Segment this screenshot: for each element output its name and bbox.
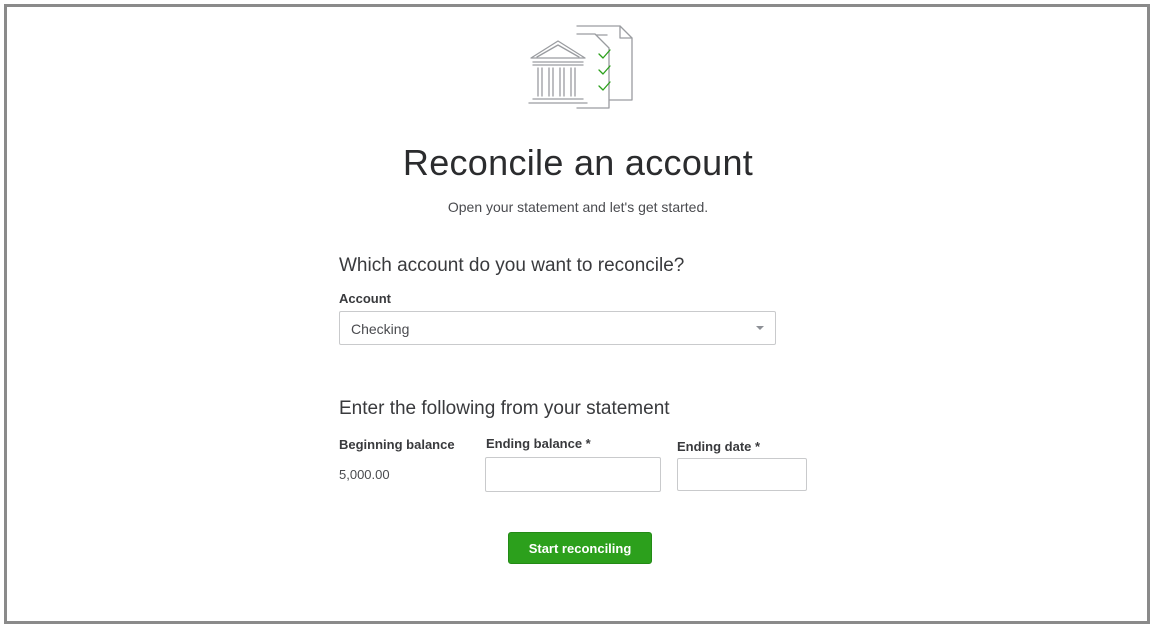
ending-date-input[interactable] <box>677 458 807 491</box>
ending-balance-label: Ending balance * <box>486 436 591 451</box>
account-select-value: Checking <box>351 321 410 337</box>
ending-balance-input[interactable] <box>485 457 661 492</box>
ending-date-label: Ending date * <box>677 439 761 454</box>
page-title: Reconcile an account <box>402 142 754 183</box>
beginning-balance-label: Beginning balance <box>339 437 455 452</box>
statement-section-heading: Enter the following from your statement <box>339 398 670 419</box>
beginning-balance-value: 5,000.00 <box>339 467 390 482</box>
chevron-down-icon[interactable] <box>756 326 764 330</box>
account-label: Account <box>339 291 391 306</box>
bank-statement-checklist-icon <box>528 25 633 109</box>
account-select[interactable]: Checking <box>339 311 776 345</box>
start-reconciling-button[interactable]: Start reconciling <box>508 532 652 564</box>
page-subtitle: Open your statement and let's get starte… <box>447 199 709 215</box>
account-section-heading: Which account do you want to reconcile? <box>339 255 685 276</box>
